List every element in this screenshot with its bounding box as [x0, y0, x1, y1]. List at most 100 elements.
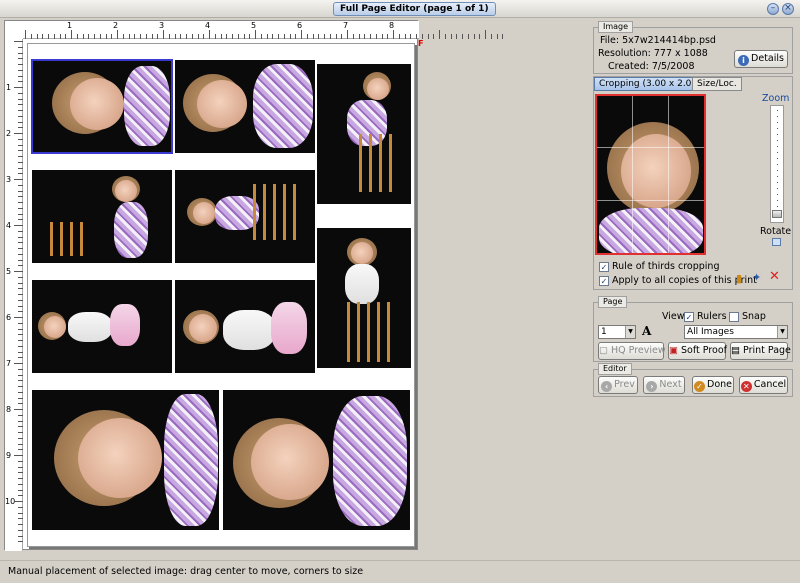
next-button[interactable]: › Next: [643, 376, 685, 394]
ruler-tick: [105, 34, 107, 39]
ruler-tick: [18, 265, 23, 267]
photo-slot[interactable]: [32, 390, 219, 530]
ruler-tick: [393, 30, 394, 39]
photo-slot[interactable]: [317, 228, 411, 368]
ruler-tick: [18, 322, 23, 324]
images-filter-select[interactable]: All Images ▼: [684, 325, 788, 339]
minimize-button[interactable]: –: [767, 3, 779, 15]
image-panel-tab: Image: [598, 21, 634, 33]
page-canvas[interactable]: 1 2 3 4 5 6 7 8 1 2 3 4 5 6 7 8 9 10 F: [4, 20, 504, 551]
ruler-tick: [18, 202, 23, 203]
crop-preview[interactable]: [595, 94, 706, 255]
photo-slot[interactable]: [32, 170, 172, 263]
ruler-tick: [18, 156, 23, 157]
ruler-tick: [82, 34, 84, 39]
rule-of-thirds-checkbox[interactable]: ✓: [599, 262, 609, 272]
ruler-tick: [18, 414, 23, 416]
photo-slot[interactable]: [175, 60, 315, 153]
photo-slot[interactable]: [317, 64, 411, 204]
created-date: Created: 7/5/2008: [608, 61, 695, 72]
ruler-tick: [301, 30, 302, 39]
tab-cropping[interactable]: Cropping (3.00 x 2.00): [594, 77, 706, 91]
ruler-tick: [226, 34, 228, 39]
ruler-tick: [387, 34, 389, 39]
ruler-top-label: 7: [343, 21, 349, 30]
ruler-tick: [18, 207, 23, 209]
snap-label: Snap: [742, 311, 766, 322]
ruler-tick: [14, 41, 23, 42]
ruler-tick: [18, 380, 23, 382]
photo-slot[interactable]: [223, 390, 410, 530]
font-icon[interactable]: A: [642, 324, 651, 338]
photo-slot-selected[interactable]: [31, 59, 173, 154]
ruler-tick: [289, 34, 291, 39]
snap-checkbox[interactable]: [729, 312, 739, 322]
ruler-tick: [48, 34, 49, 39]
preview-icon: ▢: [599, 345, 608, 356]
photo-slot[interactable]: [175, 280, 315, 373]
soft-proof-button[interactable]: ▣ Soft Proof: [668, 342, 727, 360]
ruler-tick: [88, 34, 90, 39]
ruler-tick: [249, 34, 251, 39]
reset-crop-icon[interactable]: ✕: [769, 270, 781, 283]
printer-icon: ▤: [731, 345, 740, 356]
ruler-tick: [134, 34, 136, 39]
ruler-tick: [18, 167, 23, 169]
ruler-tick: [306, 34, 308, 39]
page-number-select[interactable]: 1 ▼: [598, 325, 636, 339]
ruler-tick: [18, 253, 23, 255]
details-button[interactable]: i Details: [734, 50, 788, 68]
ruler-tick: [122, 34, 124, 39]
prev-button[interactable]: ‹ Prev: [598, 376, 638, 394]
ruler-tick: [18, 121, 23, 123]
ruler-tick: [381, 34, 383, 39]
editor-panel-tab: Editor: [598, 363, 632, 375]
ruler-tick: [76, 34, 78, 39]
thirds-gridline: [597, 147, 704, 148]
rulers-checkbox[interactable]: ✓: [684, 312, 694, 322]
ruler-tick: [18, 236, 23, 238]
rotate-label: Rotate: [760, 226, 792, 237]
ruler-tick: [18, 460, 23, 462]
close-button[interactable]: ×: [782, 3, 794, 15]
file-name: File: 5x7w214414bp.psd: [600, 35, 716, 46]
ruler-tick: [473, 34, 475, 39]
ruler-tick: [243, 34, 245, 39]
rule-of-thirds-label: Rule of thirds cropping: [612, 261, 720, 272]
ruler-tick: [278, 34, 279, 39]
ruler-tick: [18, 489, 23, 491]
apply-all-checkbox[interactable]: ✓: [599, 276, 609, 286]
rulers-label: Rulers: [697, 311, 727, 322]
tab-size-location[interactable]: Size/Loc.: [692, 77, 742, 91]
ruler-tick: [18, 443, 23, 445]
zoom-slider[interactable]: [770, 105, 784, 223]
cancel-button[interactable]: ✕ Cancel: [739, 376, 788, 394]
hq-preview-button[interactable]: ▢ HQ Preview: [598, 342, 666, 360]
ruler-tick: [18, 92, 23, 94]
ruler-tick: [145, 34, 147, 39]
ruler-tick: [18, 432, 23, 433]
magic-wand-icon[interactable]: ✦: [752, 272, 764, 284]
photo-slot[interactable]: [175, 170, 315, 263]
ruler-tick: [485, 30, 486, 39]
ruler-tick: [18, 483, 23, 485]
ruler-tick: [18, 495, 23, 497]
brush-icon[interactable]: ▮: [736, 273, 745, 285]
ruler-tick: [14, 179, 23, 180]
rotate-icon[interactable]: [772, 238, 781, 246]
ruler-tick: [220, 34, 222, 39]
ruler-tick: [266, 34, 268, 39]
ruler-tick: [14, 271, 23, 272]
ruler-tick: [439, 30, 440, 39]
ruler-tick: [433, 34, 435, 39]
print-page-button[interactable]: ▤ Print Page: [730, 342, 791, 360]
chevron-down-icon: ▼: [777, 326, 787, 338]
zoom-slider-thumb[interactable]: [772, 210, 782, 218]
ruler-left-label: 9: [6, 451, 12, 460]
photo-slot[interactable]: [32, 280, 172, 373]
chevron-down-icon: ▼: [625, 326, 635, 338]
ruler-tick: [18, 69, 23, 71]
done-button[interactable]: ✓ Done: [692, 376, 734, 394]
ruler-tick: [341, 34, 343, 39]
status-bar: Manual placement of selected image: drag…: [0, 560, 800, 583]
